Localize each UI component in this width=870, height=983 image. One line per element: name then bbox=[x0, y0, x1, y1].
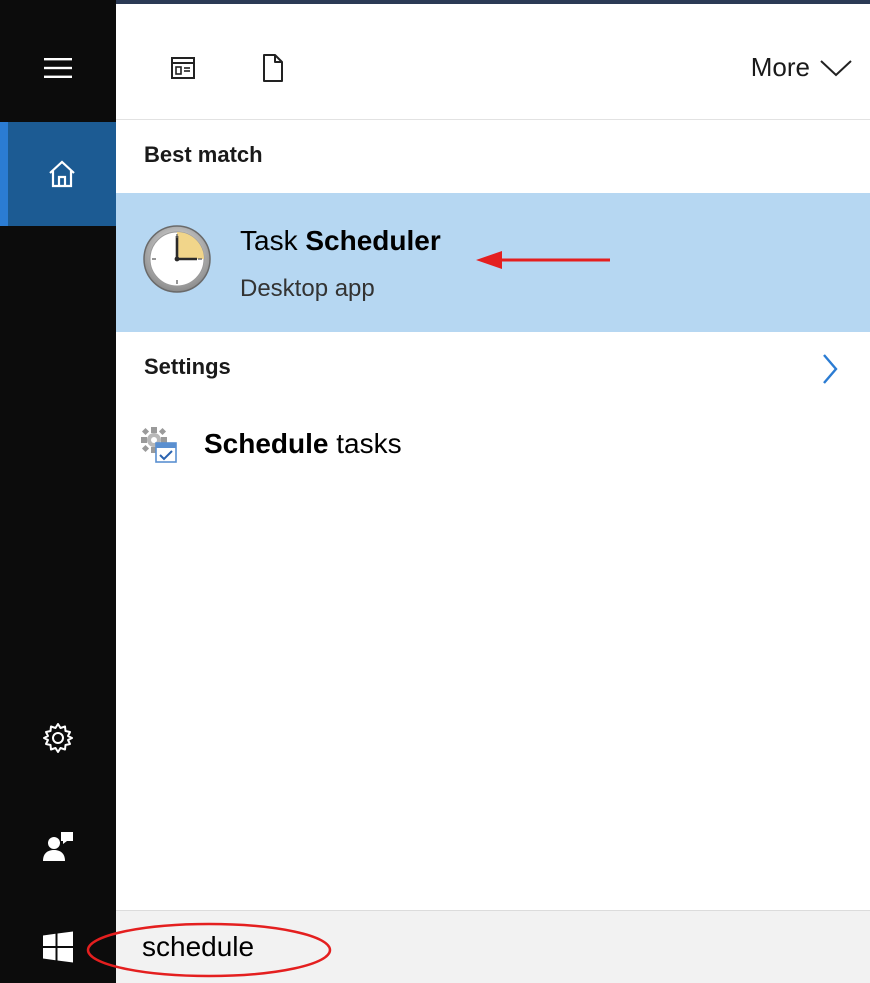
more-label: More bbox=[750, 52, 810, 82]
best-match-title-prefix: Task bbox=[240, 225, 306, 256]
setting-schedule-tasks-label: Schedule tasks bbox=[204, 428, 402, 460]
windows-logo-icon bbox=[43, 931, 73, 962]
setting-schedule-tasks[interactable]: Schedule tasks bbox=[116, 410, 870, 480]
best-match-title: Task Scheduler bbox=[240, 225, 441, 257]
home-icon bbox=[49, 160, 75, 188]
apps-filter-icon bbox=[171, 57, 195, 79]
search-box bbox=[116, 910, 870, 983]
red-arrow-annotation bbox=[476, 251, 610, 269]
setting-title-bold: Schedule bbox=[204, 428, 329, 459]
home-button[interactable] bbox=[0, 122, 116, 226]
settings-button[interactable] bbox=[0, 690, 116, 786]
settings-header: Settings bbox=[144, 354, 231, 379]
apps-filter-button[interactable] bbox=[166, 50, 200, 86]
gear-icon bbox=[43, 723, 73, 753]
setting-title-rest: tasks bbox=[328, 428, 402, 459]
best-match-title-bold: Scheduler bbox=[305, 225, 441, 256]
filter-toolbar: More bbox=[116, 4, 870, 120]
left-rail bbox=[0, 0, 116, 983]
documents-filter-button[interactable] bbox=[256, 50, 290, 86]
feedback-icon bbox=[43, 832, 73, 861]
best-match-header: Best match bbox=[144, 142, 263, 167]
more-filters-button[interactable]: More bbox=[751, 52, 852, 83]
best-match-subtitle: Desktop app bbox=[240, 275, 375, 302]
chevron-down-icon bbox=[820, 59, 852, 76]
clock-icon bbox=[143, 225, 211, 293]
schedule-tasks-icon bbox=[141, 427, 177, 463]
search-input[interactable] bbox=[142, 925, 702, 969]
menu-button[interactable] bbox=[0, 18, 116, 118]
chevron-right-icon[interactable] bbox=[818, 352, 842, 386]
feedback-button[interactable] bbox=[0, 798, 116, 894]
hamburger-menu-icon bbox=[44, 58, 72, 78]
document-icon bbox=[263, 54, 283, 82]
start-button[interactable] bbox=[0, 910, 116, 983]
